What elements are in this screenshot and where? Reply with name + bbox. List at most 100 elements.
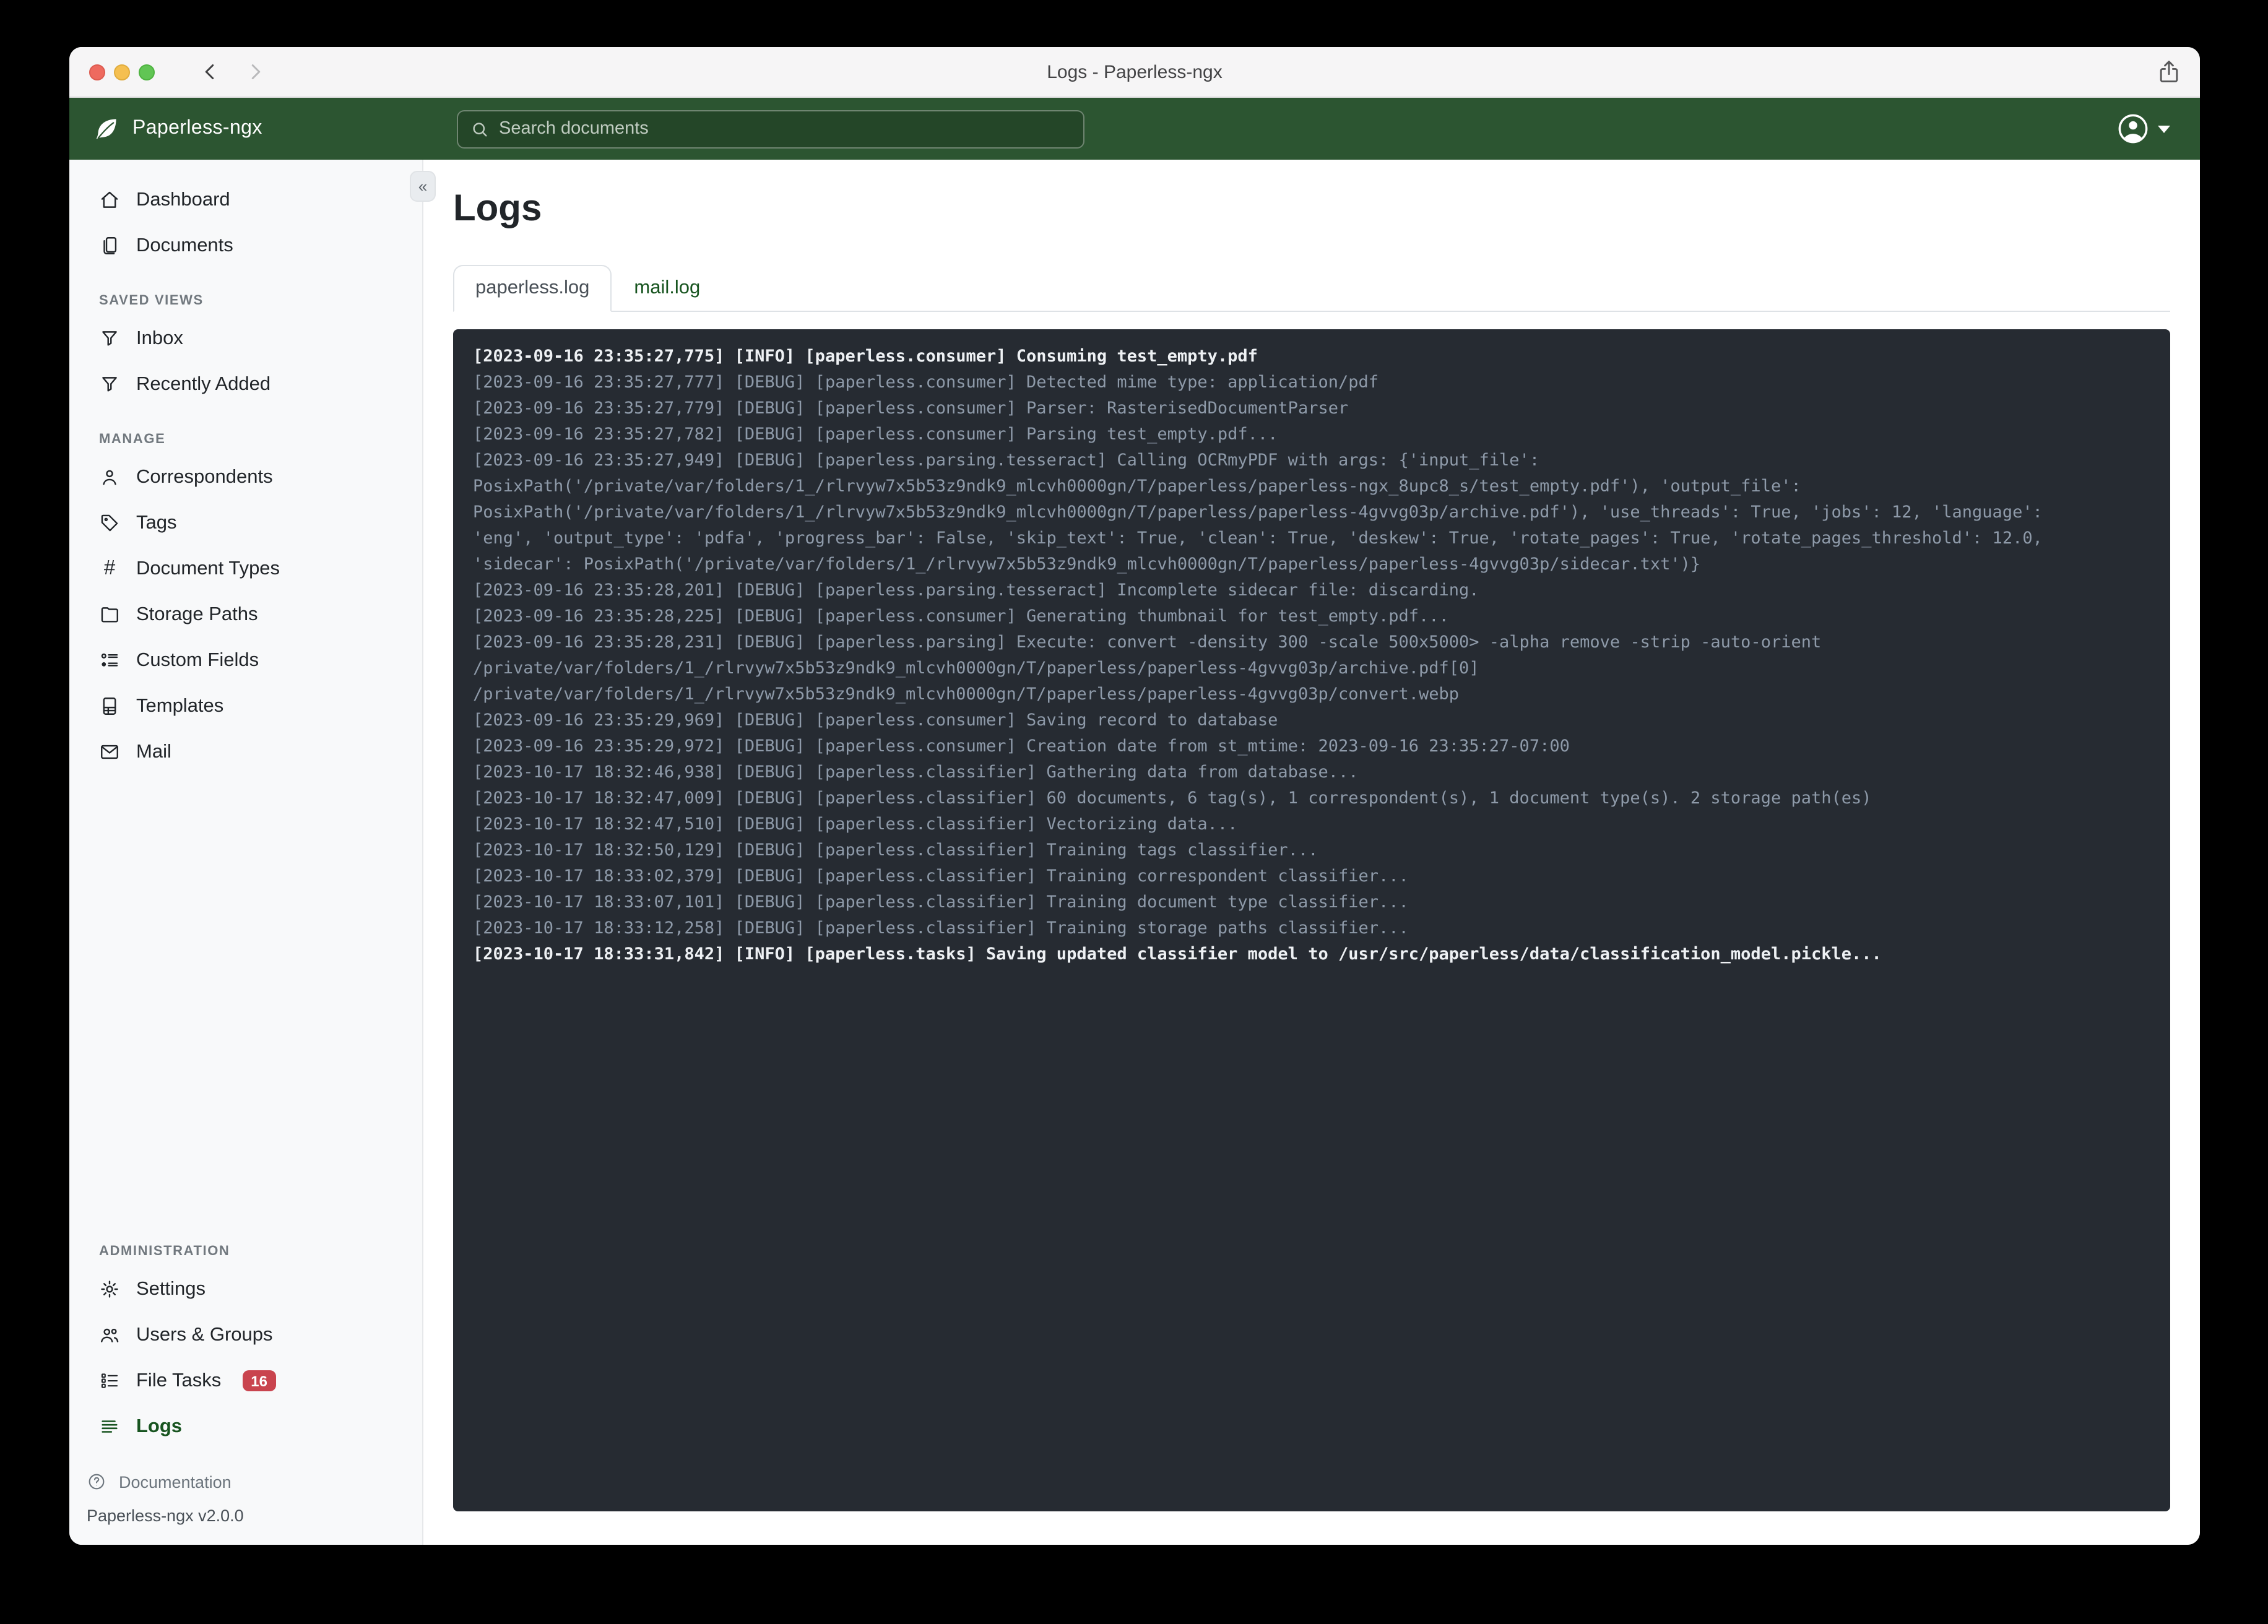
log-viewer[interactable]: [2023-09-16 23:35:27,775] [INFO] [paperl… [453, 329, 2170, 1511]
sidebar-item-label: Storage Paths [136, 603, 258, 624]
maximize-button[interactable] [139, 64, 155, 80]
search-input[interactable] [499, 119, 1071, 139]
tab-paperless-log[interactable]: paperless.log [453, 265, 612, 312]
log-line: [2023-09-16 23:35:27,782] [DEBUG] [paper… [473, 425, 1278, 444]
log-line: [2023-09-16 23:35:28,225] [DEBUG] [paper… [473, 607, 1449, 626]
page-title: Logs [453, 188, 542, 229]
app-version: Paperless-ngx v2.0.0 [87, 1506, 244, 1525]
sidebar-item-correspondents[interactable]: Correspondents [82, 454, 410, 500]
user-menu[interactable] [2117, 113, 2170, 145]
sidebar-item-label: Custom Fields [136, 649, 259, 670]
forward-icon[interactable] [244, 61, 266, 83]
content-row: « Dashboard Documents SAVED VIEWS Inbox [69, 160, 2200, 1545]
gear-icon [101, 1281, 118, 1298]
log-line: [2023-10-17 18:33:31,842] [INFO] [paperl… [473, 944, 1882, 964]
log-line: [2023-09-16 23:35:27,777] [DEBUG] [paper… [473, 373, 1379, 392]
share-icon[interactable] [2155, 58, 2183, 85]
log-line: [2023-10-17 18:33:07,101] [DEBUG] [paper… [473, 892, 1409, 912]
sidebar-item-mail[interactable]: Mail [82, 729, 410, 775]
people-icon [101, 1328, 119, 1342]
manage-heading: MANAGE [99, 432, 166, 447]
tag-icon [101, 514, 118, 532]
sidebar-item-documents[interactable]: Documents [82, 223, 410, 269]
log-line: [2023-09-16 23:35:27,775] [INFO] [paperl… [473, 347, 1258, 366]
sidebar-item-dashboard[interactable]: Dashboard [82, 177, 410, 223]
sidebar-item-label: Correspondents [136, 466, 273, 487]
sidebar-item-label: Inbox [136, 327, 183, 348]
log-line: [2023-09-16 23:35:29,972] [DEBUG] [paper… [473, 736, 1570, 756]
sidebar-item-label: Mail [136, 741, 171, 762]
sidebar-item-label: Dashboard [136, 189, 230, 210]
log-line: [2023-09-16 23:35:28,231] [DEBUG] [paper… [473, 633, 1822, 652]
paperless-logo-icon [96, 119, 116, 139]
sidebar-item-label: Documents [136, 235, 233, 256]
log-line: /private/var/folders/1_/rlrvyw7x5b53z9nd… [473, 659, 1479, 678]
desktop: Logs - Paperless-ngx Paperless-ngx « [0, 0, 2268, 1624]
back-icon[interactable] [199, 61, 222, 83]
app-header: Paperless-ngx [69, 98, 2200, 160]
tab-label: mail.log [634, 277, 701, 298]
log-line: [2023-10-17 18:32:46,938] [DEBUG] [paper… [473, 762, 1359, 782]
log-line: [2023-09-16 23:35:29,969] [DEBUG] [paper… [473, 710, 1278, 730]
file-tasks-badge: 16 [242, 1370, 276, 1391]
documentation-link[interactable]: Documentation [87, 1467, 405, 1506]
log-line: [2023-09-16 23:35:27,949] [DEBUG] [paper… [473, 451, 1540, 470]
sidebar-item-label: Logs [136, 1415, 183, 1436]
file-ruled-icon [103, 698, 116, 715]
sidebar-item-label: Users & Groups [136, 1324, 273, 1345]
sidebar-item-users-groups[interactable]: Users & Groups [82, 1312, 410, 1358]
sidebar-item-settings[interactable]: Settings [82, 1266, 410, 1312]
log-line: [2023-09-16 23:35:28,201] [DEBUG] [paper… [473, 581, 1479, 600]
main-content: Logs paperless.log mail.log [2023-09-16 … [423, 160, 2200, 1545]
sidebar-item-document-types[interactable]: # Document Types [82, 546, 410, 592]
titlebar: Logs - Paperless-ngx [69, 47, 2200, 98]
brand[interactable]: Paperless-ngx [93, 115, 457, 142]
traffic-lights [89, 64, 155, 80]
text-left-icon [102, 1420, 118, 1433]
hash-icon: # [103, 557, 116, 579]
sidebar-item-custom-fields[interactable]: Custom Fields [82, 637, 410, 683]
user-avatar-icon [2118, 114, 2148, 144]
chevron-down-icon [2158, 126, 2170, 133]
log-line: [2023-10-17 18:32:47,510] [DEBUG] [paper… [473, 814, 1238, 834]
log-line: 'sidecar': PosixPath('/private/var/folde… [473, 555, 1701, 574]
sidebar-item-logs[interactable]: Logs [82, 1404, 410, 1449]
list-task-icon [101, 1373, 118, 1388]
sidebar-item-label: File Tasks [136, 1370, 222, 1391]
saved-views-heading: SAVED VIEWS [99, 293, 204, 308]
sidebar-item-file-tasks[interactable]: File Tasks 16 [82, 1358, 410, 1404]
log-line: 'eng', 'output_type': 'pdfa', 'progress_… [473, 529, 2043, 548]
person-icon [103, 470, 116, 485]
sidebar: « Dashboard Documents SAVED VIEWS Inbox [69, 160, 436, 1545]
folder-icon [101, 607, 118, 623]
search-icon [473, 122, 487, 136]
documentation-label: Documentation [119, 1472, 232, 1491]
log-line: [2023-10-17 18:33:02,379] [DEBUG] [paper… [473, 866, 1409, 886]
search-box [457, 110, 1084, 148]
log-tabs: paperless.log mail.log [453, 265, 2170, 312]
sidebar-item-label: Document Types [136, 558, 280, 579]
sidebar-item-tags[interactable]: Tags [82, 500, 410, 546]
sidebar-item-templates[interactable]: Templates [82, 683, 410, 729]
minimize-button[interactable] [114, 64, 130, 80]
ui-radios-icon [101, 653, 118, 667]
log-line: [2023-10-17 18:33:12,258] [DEBUG] [paper… [473, 918, 1409, 938]
sidebar-footer: Documentation Paperless-ngx v2.0.0 [69, 1449, 422, 1545]
log-line: [2023-10-17 18:32:50,129] [DEBUG] [paper… [473, 840, 1318, 860]
question-circle-icon [89, 1474, 105, 1490]
sidebar-admin-section: ADMINISTRATION Settings Users & Groups F… [69, 1202, 422, 1449]
administration-heading: ADMINISTRATION [99, 1244, 230, 1259]
tab-mail-log[interactable]: mail.log [612, 265, 722, 312]
close-button[interactable] [89, 64, 105, 80]
sidebar-item-storage-paths[interactable]: Storage Paths [82, 592, 410, 637]
sidebar-item-inbox[interactable]: Inbox [82, 316, 410, 361]
log-line: PosixPath('/private/var/folders/1_/rlrvy… [473, 503, 2043, 522]
sidebar-item-recently-added[interactable]: Recently Added [82, 361, 410, 407]
sidebar-collapse-button[interactable]: « [410, 171, 436, 202]
app-window: Logs - Paperless-ngx Paperless-ngx « [69, 47, 2200, 1545]
sidebar-item-label: Recently Added [136, 373, 271, 394]
brand-name: Paperless-ngx [132, 118, 262, 139]
log-line: [2023-09-16 23:35:27,779] [DEBUG] [paper… [473, 399, 1349, 418]
window-title: Logs - Paperless-ngx [1047, 61, 1223, 82]
files-icon [103, 237, 117, 254]
